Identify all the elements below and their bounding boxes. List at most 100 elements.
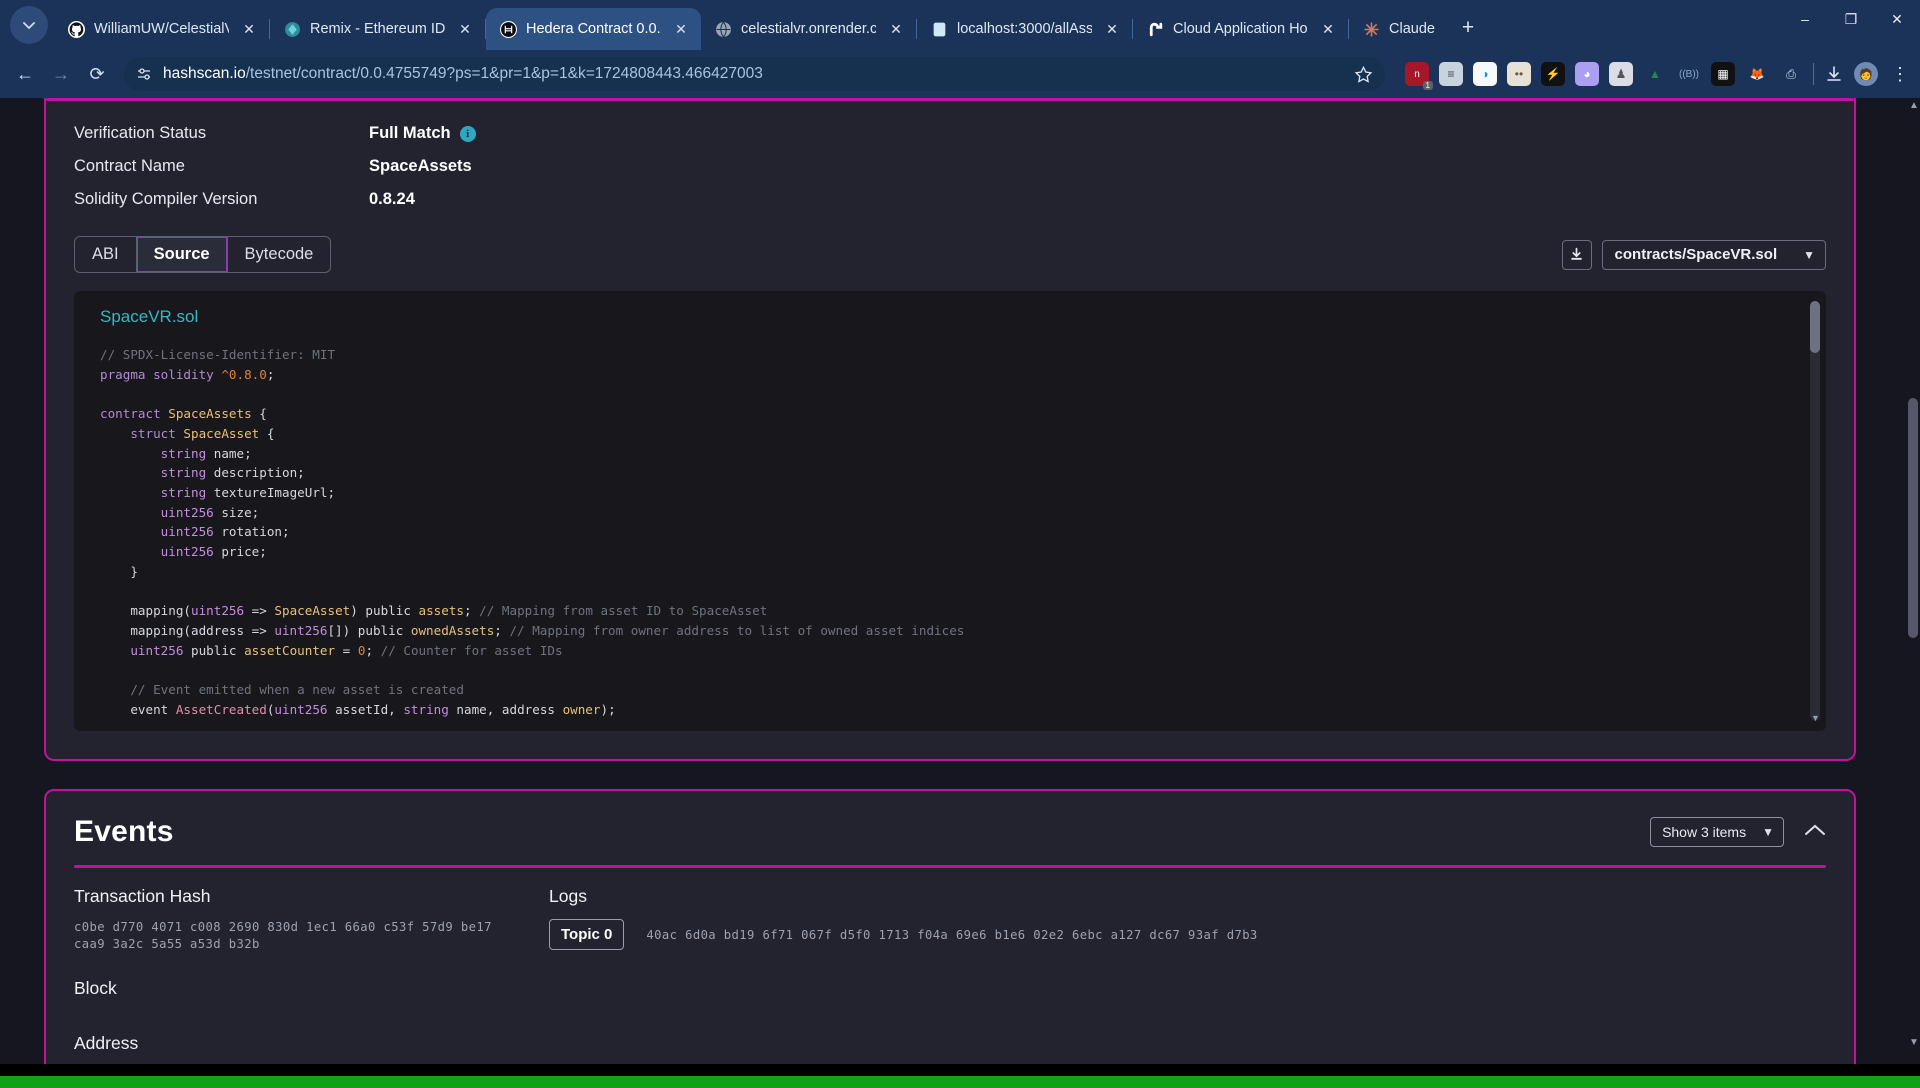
show-items-select[interactable]: Show 3 items ▼: [1650, 817, 1784, 847]
tab-close-icon[interactable]: ✕: [238, 18, 260, 40]
browser-tab-5[interactable]: Cloud Application Hosting ✕: [1133, 8, 1348, 50]
scroll-down-arrow-icon[interactable]: ▼: [1811, 713, 1820, 723]
hashscan-contract-page: Verification Status Full Match i Contrac…: [0, 98, 1900, 1088]
tab-close-icon[interactable]: ✕: [885, 18, 907, 40]
events-divider: [74, 865, 1826, 868]
wallet-extension-icon[interactable]: ◑: [1473, 62, 1497, 86]
page-scrollbar-thumb[interactable]: [1908, 398, 1918, 638]
new-tab-button[interactable]: +: [1452, 12, 1484, 44]
keplr-extension-icon[interactable]: ••: [1507, 62, 1531, 86]
verification-status-value: Full Match: [369, 124, 451, 142]
code-scrollbar-thumb[interactable]: [1810, 301, 1820, 353]
events-header: Events Show 3 items ▼: [74, 815, 1826, 849]
page-settings-icon[interactable]: [136, 66, 153, 83]
tab-title: Claude: [1389, 21, 1435, 37]
recording-indicator-bar: [0, 1076, 1920, 1088]
meta-label: Verification Status: [74, 124, 207, 142]
address-bar-url[interactable]: hashscan.io/testnet/contract/0.0.4755749…: [163, 65, 763, 83]
page-viewport: Verification Status Full Match i Contrac…: [0, 98, 1920, 1088]
browser-tab-6[interactable]: Claude: [1349, 8, 1444, 50]
download-source-button[interactable]: [1561, 239, 1592, 270]
meta-label: Solidity Compiler Version: [74, 190, 258, 208]
download-icon[interactable]: [1824, 64, 1844, 84]
phantom-extension-icon[interactable]: ⚡: [1541, 62, 1565, 86]
ghost-extension-icon[interactable]: ◕: [1575, 62, 1599, 86]
source-toolbar: ABI Source Bytecode contracts/SpaceVR.so…: [74, 236, 1826, 273]
scroll-up-arrow-icon[interactable]: ▲: [1909, 100, 1919, 111]
globe-icon: [716, 20, 731, 38]
browser-tab-0[interactable]: WilliamUW/CelestialVR ✕: [54, 8, 269, 50]
meta-value: Full Match i: [369, 124, 476, 143]
browser-tab-3[interactable]: celestialvr.onrender.com ✕: [701, 8, 916, 50]
url-host: hashscan.io: [163, 65, 246, 82]
tab-source[interactable]: Source: [136, 237, 228, 272]
code-scrollbar[interactable]: ▼: [1810, 301, 1820, 723]
tab-close-icon[interactable]: ✕: [454, 18, 476, 40]
meta-row-compiler-version: Solidity Compiler Version 0.8.24: [74, 183, 1826, 216]
clipboard-extension-icon[interactable]: ⎙: [1779, 62, 1803, 86]
events-col-transaction-hash: Transaction Hash c0be d770 4071 c008 269…: [74, 886, 549, 952]
tab-title: localhost:3000/allAssets: [957, 21, 1092, 37]
source-code-viewer[interactable]: SpaceVR.sol // SPDX-License-Identifier: …: [74, 291, 1826, 731]
badge-extension-icon[interactable]: n 1: [1405, 62, 1433, 90]
browser-tab-4[interactable]: localhost:3000/allAssets ✕: [917, 8, 1132, 50]
metamask-extension-icon[interactable]: 🦊: [1745, 62, 1769, 86]
tab-title: Hedera Contract 0.0.4755: [526, 21, 661, 37]
tab-title: celestialvr.onrender.com: [741, 21, 876, 37]
events-col-logs: Logs Topic 0 40ac 6d0a bd19 6f71 067f d5…: [549, 886, 1826, 952]
tab-search-chevron-down-icon[interactable]: [10, 6, 48, 44]
browser-tab-1[interactable]: Remix - Ethereum IDE ✕: [270, 8, 485, 50]
meta-row-contract-name: Contract Name SpaceAssets: [74, 150, 1826, 183]
tab-title: Remix - Ethereum IDE: [310, 21, 445, 37]
chevron-down-icon: ▼: [1803, 247, 1815, 262]
avatar-icon[interactable]: 🧑: [1854, 62, 1878, 86]
reload-button[interactable]: ⟳: [80, 57, 114, 91]
bitwarden-extension-icon[interactable]: ((B)): [1677, 62, 1701, 86]
tab-title: WilliamUW/CelestialVR: [94, 21, 229, 37]
google-drive-icon[interactable]: ▲: [1643, 62, 1667, 86]
window-close-button[interactable]: ✕: [1874, 0, 1920, 38]
file-select[interactable]: contracts/SpaceVR.sol ▼: [1601, 239, 1826, 270]
grid-extension-icon[interactable]: ▦: [1711, 62, 1735, 86]
scroll-down-arrow-icon[interactable]: ▼: [1909, 1037, 1919, 1048]
extensions-row: n 1 ≡ ◑ •• ⚡ ◕ ♟ ▲ ((B)) ▦ 🦊 ⎙ 🧑 ⋮: [1395, 62, 1912, 90]
rabby-extension-icon[interactable]: ♟: [1609, 62, 1633, 86]
tab-close-icon[interactable]: ✕: [1317, 18, 1339, 40]
meta-value: 0.8.24: [369, 190, 415, 208]
claude-icon: [1364, 21, 1379, 37]
tab-close-icon[interactable]: ✕: [670, 18, 692, 40]
meta-value: SpaceAssets: [369, 157, 472, 175]
star-icon[interactable]: [1354, 65, 1373, 84]
browser-toolbar: ← → ⟳ hashscan.io/testnet/contract/0.0.4…: [0, 50, 1920, 98]
chevron-down-icon: ▼: [1762, 825, 1774, 839]
source-code-text: // SPDX-License-Identifier: MIT pragma s…: [100, 347, 965, 717]
address-bar[interactable]: hashscan.io/testnet/contract/0.0.4755749…: [124, 57, 1385, 91]
topic-value[interactable]: 40ac 6d0a bd19 6f71 067f d5f0 1713 f04a …: [646, 919, 1257, 942]
tab-abi[interactable]: ABI: [75, 237, 137, 272]
notes-extension-icon[interactable]: ≡: [1439, 62, 1463, 86]
download-icon: [1571, 247, 1582, 260]
events-table: Transaction Hash c0be d770 4071 c008 269…: [74, 886, 1826, 952]
kebab-menu-icon[interactable]: ⋮: [1888, 64, 1912, 85]
events-title: Events: [74, 815, 174, 848]
window-minimize-button[interactable]: –: [1782, 0, 1828, 38]
file-controls: contracts/SpaceVR.sol ▼: [1561, 239, 1826, 270]
tab-strip: WilliamUW/CelestialVR ✕ Remix - Ethereum…: [54, 0, 1782, 50]
back-button[interactable]: ←: [8, 57, 42, 91]
forward-button[interactable]: →: [44, 57, 78, 91]
tab-close-icon[interactable]: ✕: [1101, 18, 1123, 40]
contract-details-card: Verification Status Full Match i Contrac…: [44, 98, 1856, 761]
show-items-label: Show 3 items: [1662, 824, 1747, 840]
collapse-events-chevron-up-icon[interactable]: [1804, 822, 1826, 842]
tab-title: Cloud Application Hosting: [1173, 21, 1308, 37]
transaction-hash-value[interactable]: c0be d770 4071 c008 2690 830d 1ec1 66a0 …: [74, 919, 494, 952]
info-icon[interactable]: i: [459, 125, 476, 142]
browser-tab-2[interactable]: Hedera Contract 0.0.4755 ✕: [486, 8, 701, 50]
page-scrollbar[interactable]: ▲ ▼: [1906, 98, 1920, 1074]
tab-bytecode[interactable]: Bytecode: [228, 237, 331, 272]
log-topic-row: Topic 0 40ac 6d0a bd19 6f71 067f d5f0 17…: [549, 919, 1826, 950]
code-filename: SpaceVR.sol: [100, 307, 199, 326]
window-maximize-button[interactable]: ❐: [1828, 0, 1874, 38]
remix-icon: [285, 21, 300, 37]
file-select-value: contracts/SpaceVR.sol: [1614, 246, 1778, 263]
